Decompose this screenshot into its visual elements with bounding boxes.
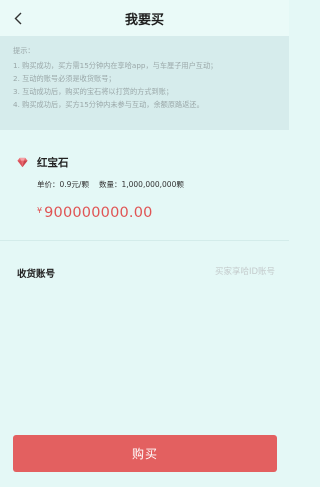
- ruby-gem-icon: [17, 157, 28, 168]
- quantity: 数量：1,000,000,000颗: [98, 180, 184, 189]
- buy-button[interactable]: 购买: [13, 435, 277, 472]
- nav-bar: 我要买: [0, 0, 289, 36]
- gem-name: 红宝石: [37, 157, 69, 169]
- page-title: 我要买: [124, 13, 164, 28]
- divider: [0, 240, 289, 241]
- notice-line: 2. 互动的账号必须是收货账号；: [13, 74, 116, 83]
- notice-line: 1. 购买成功，买方需15分钟内在享哈app，与车厘子用户互动；: [13, 61, 218, 70]
- notice-line: 4. 购买成功后，买方15分钟内未参与互动，余额原路返还。: [13, 100, 204, 109]
- total-price: ¥900000000.00: [37, 202, 153, 221]
- notice-line: 3. 互动成功后，购买的宝石将以打赏的方式到账；: [13, 87, 174, 96]
- currency-symbol: ¥: [37, 206, 43, 215]
- unit-price: 单价：0.9元/颗: [37, 180, 89, 189]
- gem-meta: 单价：0.9元/颗 数量：1,000,000,000颗: [37, 179, 184, 190]
- account-label: 收货账号: [17, 269, 56, 280]
- notice-heading: 提示：: [13, 46, 35, 55]
- total-amount: 900000000.00: [44, 205, 153, 221]
- notice-panel: 提示： 1. 购买成功，买方需15分钟内在享哈app，与车厘子用户互动； 2. …: [0, 36, 289, 130]
- account-input[interactable]: [135, 263, 275, 281]
- gem-item-card: 红宝石 单价：0.9元/颗 数量：1,000,000,000颗 ¥90000000…: [0, 130, 289, 240]
